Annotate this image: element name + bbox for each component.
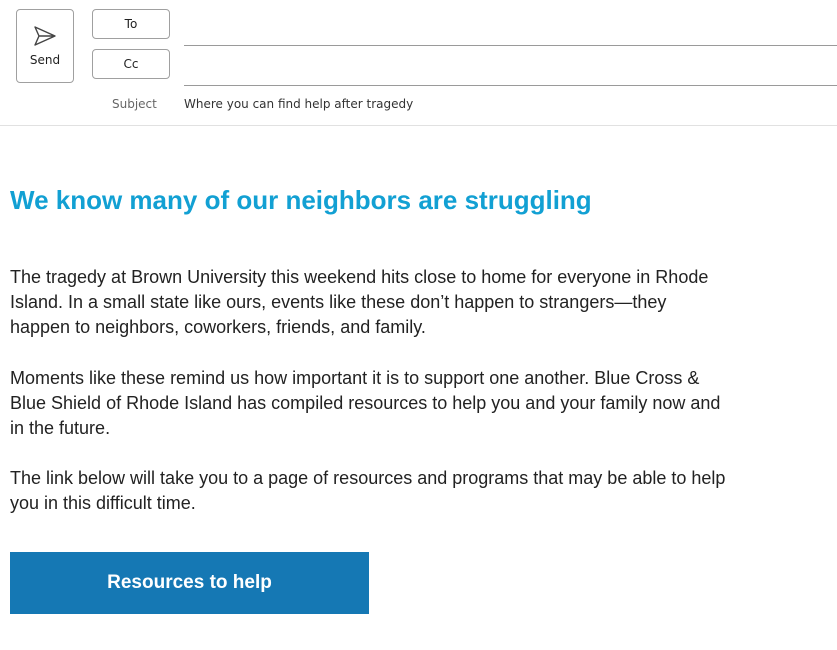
cc-button[interactable]: Cc <box>92 49 170 79</box>
header-divider <box>0 125 837 126</box>
subject-label: Subject <box>112 97 157 111</box>
subject-field[interactable]: Where you can find help after tragedy <box>184 97 413 111</box>
resources-cta-button[interactable]: Resources to help <box>10 552 369 614</box>
cc-field[interactable] <box>184 56 837 86</box>
body-paragraph-3: The link below will take you to a page o… <box>10 468 726 513</box>
send-icon <box>34 26 56 46</box>
body-paragraph-2: Moments like these remind us how importa… <box>10 368 721 438</box>
send-button[interactable]: Send <box>16 9 74 83</box>
body-paragraph-1: The tragedy at Brown University this wee… <box>10 267 709 337</box>
to-field[interactable] <box>184 16 837 46</box>
email-headline: We know many of our neighbors are strugg… <box>10 185 592 215</box>
send-label: Send <box>29 53 61 67</box>
to-button[interactable]: To <box>92 9 170 39</box>
